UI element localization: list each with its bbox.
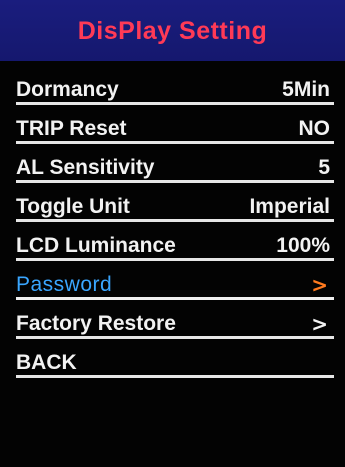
menu-item-al-sensitivity[interactable]: AL Sensitivity 5 (16, 145, 334, 183)
chevron-right-icon: > (311, 273, 328, 297)
menu-item-value: Imperial (249, 195, 330, 218)
menu-item-label: AL Sensitivity (16, 156, 155, 179)
menu-item-value: 100% (276, 234, 330, 257)
menu-item-label: Password (16, 273, 113, 296)
menu-item-label: TRIP Reset (16, 117, 127, 140)
menu-item-label: Factory Restore (16, 312, 176, 335)
header-bar: DisPlay Setting (0, 0, 345, 61)
menu-item-label: Toggle Unit (16, 195, 130, 218)
menu-item-back[interactable]: BACK (16, 340, 334, 378)
menu-item-label: BACK (16, 351, 77, 374)
menu-item-password[interactable]: Password > (16, 262, 334, 300)
menu-item-value: NO (298, 117, 331, 140)
menu-item-trip-reset[interactable]: TRIP Reset NO (16, 106, 334, 144)
menu-item-lcd-luminance[interactable]: LCD Luminance 100% (16, 223, 334, 261)
menu-item-dormancy[interactable]: Dormancy 5Min (16, 67, 334, 105)
menu-item-label: Dormancy (16, 78, 119, 101)
page-title: DisPlay Setting (77, 17, 268, 45)
device-screen: DisPlay Setting Dormancy 5Min TRIP Reset… (0, 0, 345, 467)
menu-item-label: LCD Luminance (16, 234, 176, 257)
menu-item-value: 5Min (282, 78, 330, 101)
menu-item-factory-restore[interactable]: Factory Restore > (16, 301, 334, 339)
menu-item-value: 5 (318, 156, 330, 179)
chevron-right-icon: > (311, 312, 328, 336)
menu-item-toggle-unit[interactable]: Toggle Unit Imperial (16, 184, 334, 222)
